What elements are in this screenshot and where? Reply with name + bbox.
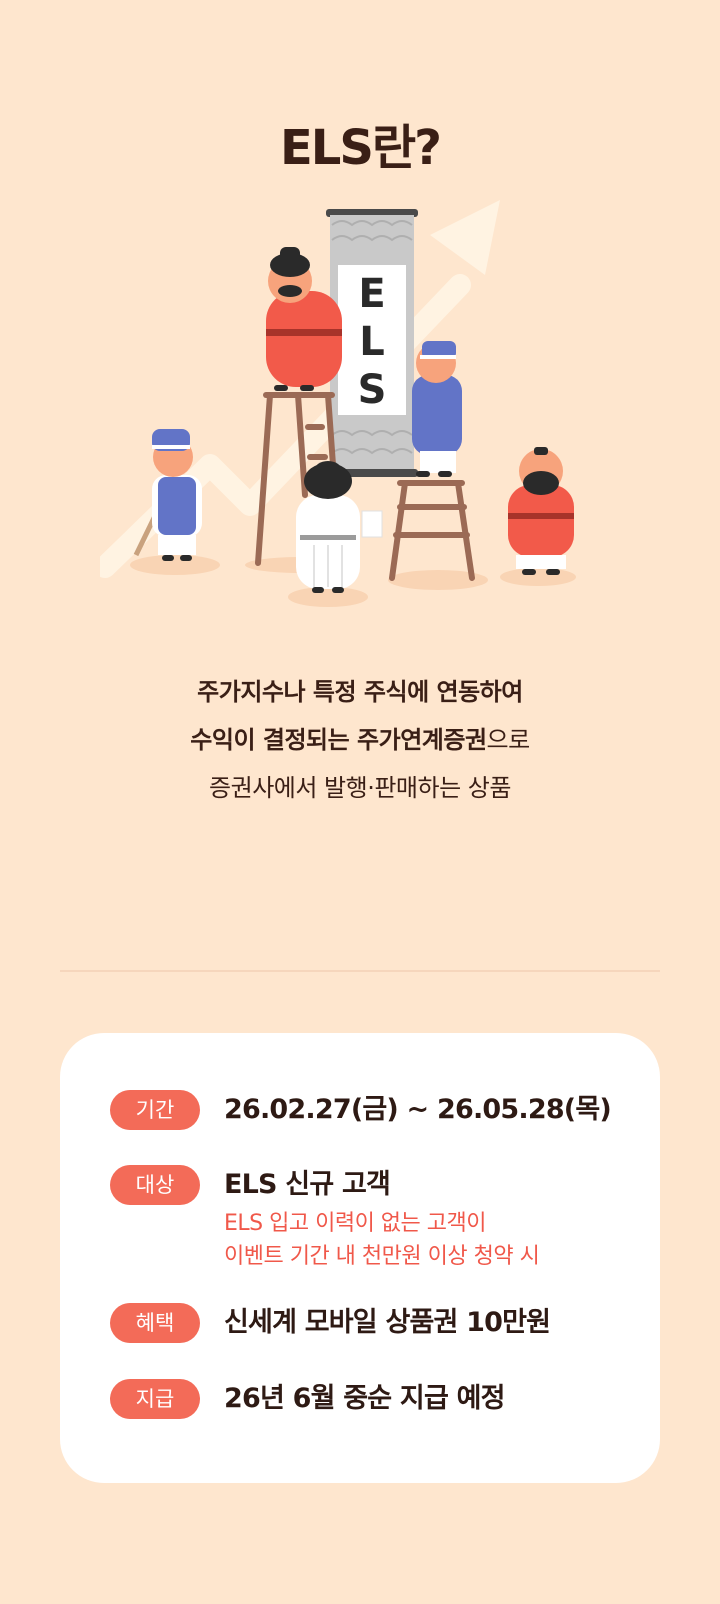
character-white-back [296, 461, 383, 593]
target-note-line-2: 이벤트 기간 내 천만원 이상 청약 시 [224, 1244, 540, 1269]
period-badge: 기간 [110, 1090, 200, 1130]
target-note-line-1: ELS 입고 이력이 없는 고객이 [224, 1211, 487, 1236]
ladder-right [389, 480, 475, 581]
target-badge: 대상 [110, 1165, 200, 1205]
scroll-letter: S [358, 367, 387, 413]
description-line-2-bold: 수익이 결정되는 주가연계증권 [190, 726, 487, 754]
target-note: ELS 입고 이력이 없는 고객이 이벤트 기간 내 천만원 이상 청약 시 [224, 1207, 540, 1273]
payment-badge: 지급 [110, 1379, 200, 1419]
els-illustration: E L S [100, 200, 576, 607]
page-title: ELS란? [280, 120, 442, 176]
els-info-page: ELS란? E L S 주가지수나 특정 주식에 연동하여 수익이 결정되는 주… [0, 0, 720, 1604]
scroll-letter: E [358, 271, 385, 317]
scroll-letter: L [359, 319, 385, 365]
section-divider [60, 970, 660, 972]
event-info-card: 기간 26.02.27(금) ~ 26.05.28(목) 대상 ELS 신규 고… [60, 1033, 660, 1483]
payment-value: 26년 6월 중순 지급 예정 [224, 1383, 505, 1414]
description-line-3: 증권사에서 발행·판매하는 상품 [209, 774, 511, 802]
els-description: 주가지수나 특정 주식에 연동하여 수익이 결정되는 주가연계증권으로 증권사에… [0, 668, 720, 812]
period-value: 26.02.27(금) ~ 26.05.28(목) [224, 1094, 612, 1125]
character-red-right [508, 447, 574, 575]
description-line-2-regular: 으로 [486, 726, 531, 754]
description-line-1: 주가지수나 특정 주식에 연동하여 [197, 678, 523, 706]
target-value: ELS 신규 고객 [224, 1169, 391, 1200]
benefit-badge: 혜택 [110, 1303, 200, 1343]
benefit-value: 신세계 모바일 상품권 10만원 [224, 1307, 551, 1338]
character-blue-holding [412, 341, 462, 477]
